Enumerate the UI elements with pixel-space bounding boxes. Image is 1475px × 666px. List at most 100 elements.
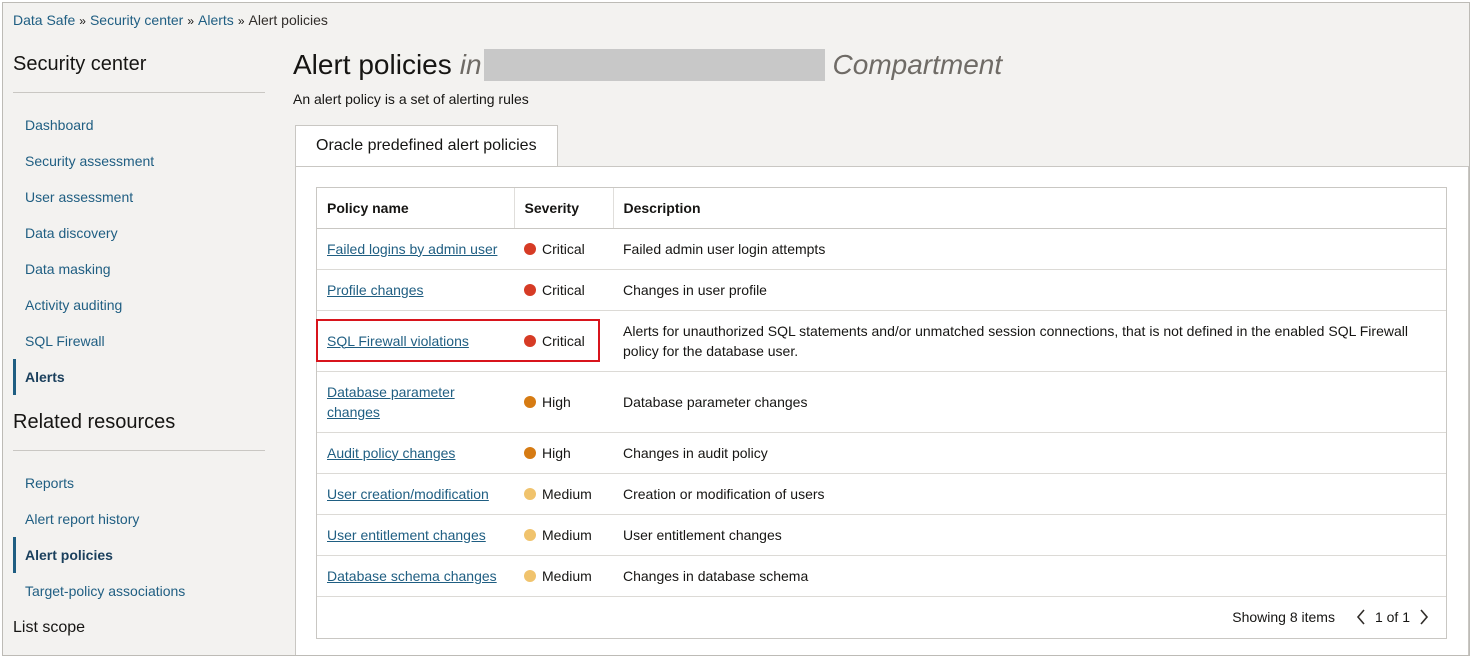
sidebar-item-alert-policies[interactable]: Alert policies: [13, 537, 265, 573]
policy-name-cell: Database parameter changes: [317, 371, 514, 433]
table-row: Profile changes Critical Changes in user p…: [317, 269, 1446, 311]
breadcrumb-alerts[interactable]: Alerts: [198, 12, 234, 28]
table-row: Database parameter changes High Database p…: [317, 371, 1446, 433]
sidebar-item-alert-report-history[interactable]: Alert report history: [13, 501, 265, 537]
tab-panel: Policy name Severity Description Failed …: [295, 166, 1469, 655]
policy-name-cell: User entitlement changes: [317, 514, 514, 556]
tab-bar: Oracle predefined alert policies: [293, 125, 1453, 166]
severity-label: Critical: [542, 240, 585, 257]
breadcrumb-security-center[interactable]: Security center: [90, 12, 183, 28]
severity-dot-icon: [524, 283, 536, 296]
severity-indicator: Critical: [524, 239, 603, 259]
sidebar-item-alerts[interactable]: Alerts: [13, 359, 265, 395]
sidebar-nav: Dashboard Security assessment User asses…: [13, 107, 265, 395]
next-page-button[interactable]: [1414, 607, 1434, 627]
sidebar: Security center Dashboard Security asses…: [13, 53, 265, 637]
table-row: SQL Firewall violations Critical Alerts fo…: [317, 310, 1446, 372]
breadcrumb: Data Safe» Security center» Alerts» Alert p…: [13, 12, 328, 28]
policy-name-link[interactable]: Failed logins by admin user: [327, 241, 497, 257]
alert-policies-table: Policy name Severity Description Failed …: [317, 188, 1446, 597]
severity-indicator: Medium: [524, 566, 603, 586]
table-row: Audit policy changes High Changes in audit…: [317, 432, 1446, 474]
column-header-severity[interactable]: Severity: [514, 188, 614, 229]
breadcrumb-separator: »: [79, 14, 86, 28]
previous-page-button[interactable]: [1351, 607, 1371, 627]
policy-name-link[interactable]: SQL Firewall violations: [327, 333, 469, 349]
policy-name-link[interactable]: User entitlement changes: [327, 527, 486, 543]
severity-cell: Medium: [514, 473, 613, 515]
page-title: Alert policies in Compartment: [293, 47, 1453, 83]
policy-name-cell: Failed logins by admin user: [317, 228, 514, 270]
severity-indicator: High: [524, 443, 603, 463]
severity-cell: Critical: [514, 269, 613, 311]
table-footer: Showing 8 items 1 of 1: [1232, 596, 1434, 638]
sidebar-item-security-assessment[interactable]: Security assessment: [13, 143, 265, 179]
page-title-in: in: [459, 49, 482, 80]
breadcrumb-separator: »: [187, 14, 195, 28]
page-indicator: 1 of 1: [1374, 609, 1410, 625]
severity-indicator: Medium: [524, 484, 603, 504]
description-cell: Changes in user profile: [613, 269, 1446, 311]
showing-items-count: Showing 8 items: [1232, 609, 1335, 625]
policy-name-cell: Database schema changes: [317, 555, 514, 597]
policy-name-cell: User creation/modification: [317, 473, 514, 515]
column-header-policy-name[interactable]: Policy name: [317, 188, 515, 229]
severity-cell: Medium: [514, 555, 613, 597]
page-title-text: Alert policies: [293, 49, 452, 80]
breadcrumb-separator: »: [237, 14, 245, 28]
severity-dot-icon: [524, 569, 536, 582]
severity-indicator: Critical: [524, 331, 603, 351]
severity-indicator: Critical: [524, 280, 603, 300]
table-row: Database schema changes Medium Changes in …: [317, 555, 1446, 597]
policy-name-cell: Profile changes: [317, 269, 514, 311]
severity-label: Medium: [542, 567, 592, 584]
policy-name-link[interactable]: Profile changes: [327, 282, 424, 298]
severity-dot-icon: [524, 395, 536, 408]
sidebar-item-data-discovery[interactable]: Data discovery: [13, 215, 265, 251]
policy-name-link[interactable]: Database parameter changes: [327, 384, 455, 420]
severity-cell: Critical: [514, 310, 613, 372]
chevron-left-icon: [1356, 609, 1365, 625]
tab-oracle-predefined-alert-policies[interactable]: Oracle predefined alert policies: [295, 125, 558, 166]
severity-label: High: [542, 444, 571, 461]
description-cell: Database parameter changes: [613, 371, 1446, 433]
sidebar-item-dashboard[interactable]: Dashboard: [13, 107, 265, 143]
policy-name-link[interactable]: User creation/modification: [327, 486, 489, 502]
page-title-compartment: Compartment: [832, 49, 1003, 80]
redacted-compartment-name: [483, 49, 825, 81]
chevron-right-icon: [1420, 609, 1429, 625]
description-cell: Failed admin user login attempts: [613, 228, 1446, 270]
description-cell: Creation or modification of users: [613, 473, 1446, 515]
page-subtitle: An alert policy is a set of alerting rul…: [293, 91, 529, 107]
app-frame: Data Safe» Security center» Alerts» Alert p…: [2, 2, 1470, 656]
severity-indicator: Medium: [524, 525, 603, 545]
severity-cell: Medium: [514, 514, 613, 556]
severity-cell: Critical: [514, 228, 613, 270]
column-header-description[interactable]: Description: [613, 188, 1446, 229]
description-cell: Changes in database schema: [613, 555, 1446, 597]
policy-name-link[interactable]: Database schema changes: [327, 568, 497, 584]
policy-name-cell: Audit policy changes: [317, 432, 514, 474]
breadcrumb-data-safe[interactable]: Data Safe: [13, 12, 75, 28]
policy-name-link[interactable]: Audit policy changes: [327, 445, 455, 461]
severity-dot-icon: [524, 446, 536, 459]
severity-dot-icon: [524, 487, 536, 500]
severity-label: Critical: [542, 281, 585, 298]
sidebar-item-sql-firewall[interactable]: SQL Firewall: [13, 323, 265, 359]
related-resources-heading: Related resources: [13, 411, 265, 451]
table-row: User entitlement changes Medium User entit…: [317, 514, 1446, 556]
description-cell: Changes in audit policy: [613, 432, 1446, 474]
sidebar-item-reports[interactable]: Reports: [13, 465, 265, 501]
sidebar-item-data-masking[interactable]: Data masking: [13, 251, 265, 287]
description-cell: Alerts for unauthorized SQL statements a…: [613, 310, 1446, 372]
list-scope-heading: List scope: [13, 619, 86, 636]
sidebar-item-activity-auditing[interactable]: Activity auditing: [13, 287, 265, 323]
severity-cell: High: [514, 371, 613, 433]
sidebar-item-user-assessment[interactable]: User assessment: [13, 179, 265, 215]
severity-dot-icon: [524, 528, 536, 541]
severity-label: Medium: [542, 526, 592, 543]
severity-label: Critical: [542, 332, 585, 349]
sidebar-item-target-policy-associations[interactable]: Target-policy associations: [13, 573, 265, 609]
table-row: User creation/modification Medium Creation…: [317, 473, 1446, 515]
severity-label: Medium: [542, 485, 592, 502]
